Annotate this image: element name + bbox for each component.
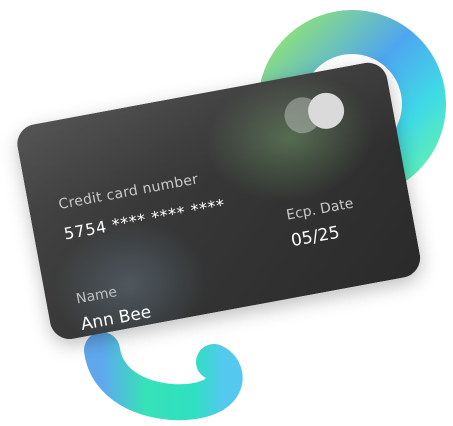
expiry-date-value: 05/25 [289, 222, 342, 252]
expiry-date-label: Ecp. Date [285, 195, 355, 224]
bottom-arc-shape [84, 332, 243, 421]
credit-card-illustration: Credit card number 5754 **** **** **** E… [0, 0, 453, 426]
card-brand-circles-icon [281, 89, 350, 138]
cardholder-name-label: Name [74, 284, 119, 308]
